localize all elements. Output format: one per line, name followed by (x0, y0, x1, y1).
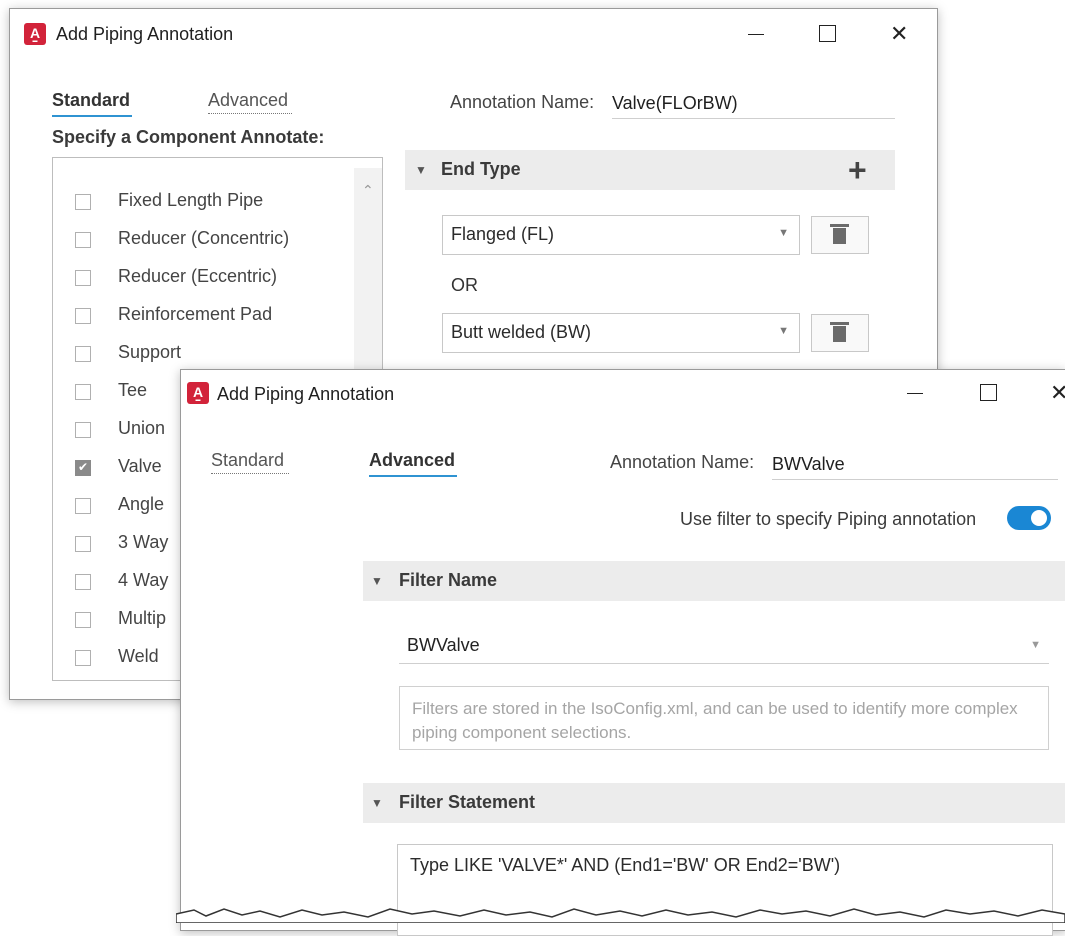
list-item-label: 4 Way (118, 570, 169, 590)
tab-advanced-underline (369, 475, 457, 477)
annotation-name-label: Annotation Name: (450, 92, 595, 112)
annotation-name-label: Annotation Name: (610, 452, 755, 472)
autocad-app-icon: A ▬ (24, 23, 46, 45)
annotation-name-field[interactable]: BWValve (772, 454, 1058, 480)
tab-standard-underline (52, 115, 132, 117)
filter-toggle-switch[interactable] (1007, 506, 1051, 530)
filter-name-section-title: Filter Name (399, 570, 498, 590)
end-type-select-1[interactable]: Flanged (FL) ▼ (442, 215, 800, 255)
minimize-icon (907, 393, 923, 394)
end-type-select-value: Flanged (FL) (451, 224, 555, 244)
annotation-name-field[interactable]: Valve(FLOrBW) (612, 93, 895, 119)
end-type-select-value: Butt welded (BW) (451, 322, 592, 342)
maximize-icon (980, 384, 997, 401)
close-button[interactable]: ✕ (1040, 378, 1065, 408)
or-label: OR (451, 275, 478, 295)
close-icon: ✕ (1050, 380, 1065, 405)
checkbox[interactable] (75, 536, 91, 552)
caret-down-icon[interactable]: ▼ (415, 163, 427, 177)
checkbox[interactable] (75, 346, 91, 362)
list-item-label: Support (118, 342, 182, 362)
maximize-icon (819, 25, 836, 42)
advanced-annotation-dialog: A ▬ Add Piping Annotation ✕ Standard Adva… (180, 369, 1065, 936)
checkbox[interactable] (75, 650, 91, 666)
title-bar[interactable]: A ▬ Add Piping Annotation ✕ (181, 370, 1065, 420)
trash-icon (830, 322, 849, 325)
tab-standard-underline (211, 473, 289, 474)
autocad-app-icon: A ▬ (187, 382, 209, 404)
trash-icon (830, 224, 849, 227)
list-item-label: Weld (118, 646, 159, 666)
checkbox[interactable] (75, 194, 91, 210)
checkbox[interactable] (75, 612, 91, 628)
minimize-button[interactable] (894, 378, 934, 408)
tab-standard[interactable]: Standard (52, 90, 130, 111)
checkbox[interactable] (75, 422, 91, 438)
filter-info-text: Filters are stored in the IsoConfig.xml,… (399, 686, 1049, 750)
list-item-label: Fixed Length Pipe (118, 190, 264, 210)
close-icon: ✕ (890, 21, 909, 46)
tab-advanced[interactable]: Advanced (369, 450, 455, 471)
filter-statement-value: Type LIKE 'VALVE*' AND (End1='BW' OR End… (410, 855, 841, 875)
checkbox-checked[interactable] (75, 460, 91, 476)
list-item[interactable]: Reinforcement Pad (53, 298, 382, 336)
filter-name-section-header[interactable]: ▼ Filter Name (363, 561, 1065, 601)
list-item-label: Reinforcement Pad (118, 304, 273, 324)
end-type-select-2[interactable]: Butt welded (BW) ▼ (442, 313, 800, 353)
minimize-icon (748, 34, 764, 35)
checkbox[interactable] (75, 498, 91, 514)
chevron-down-icon: ▼ (1030, 639, 1041, 651)
filter-name-value: BWValve (407, 635, 480, 655)
filter-name-select[interactable]: BWValve ▼ (399, 627, 1049, 664)
torn-edge-decoration (176, 908, 1065, 923)
dialog-title: Add Piping Annotation (217, 384, 395, 404)
list-item-label: Reducer (Eccentric) (118, 266, 278, 286)
toggle-knob (1031, 510, 1047, 526)
tab-standard[interactable]: Standard (211, 450, 284, 471)
list-item-label: 3 Way (118, 532, 169, 552)
list-item-label: Multip (118, 608, 167, 628)
list-item-label: Valve (118, 456, 162, 476)
chevron-down-icon: ▼ (778, 227, 789, 239)
title-bar[interactable]: A ▬ Add Piping Annotation ✕ (10, 9, 937, 59)
delete-end-type-button[interactable] (811, 216, 869, 254)
minimize-button[interactable] (735, 19, 775, 49)
checkbox[interactable] (75, 574, 91, 590)
list-item-label: Tee (118, 380, 148, 400)
delete-end-type-button[interactable] (811, 314, 869, 352)
maximize-button[interactable] (967, 378, 1007, 408)
list-item[interactable]: Reducer (Eccentric) (53, 260, 382, 298)
filter-statement-section-header[interactable]: ▼ Filter Statement (363, 783, 1065, 823)
chevron-down-icon: ▼ (778, 325, 789, 337)
list-item[interactable]: Fixed Length Pipe (53, 184, 382, 222)
checkbox[interactable] (75, 384, 91, 400)
maximize-button[interactable] (806, 19, 846, 49)
close-button[interactable]: ✕ (880, 19, 920, 49)
checkbox[interactable] (75, 270, 91, 286)
list-item-label: Union (118, 418, 166, 438)
filter-statement-section-title: Filter Statement (399, 792, 536, 812)
caret-down-icon[interactable]: ▼ (371, 796, 383, 810)
list-item-label: Reducer (Concentric) (118, 228, 290, 248)
tab-advanced[interactable]: Advanced (208, 90, 288, 111)
filter-toggle-label: Use filter to specify Piping annotation (680, 509, 977, 529)
end-type-section-title: End Type (441, 159, 521, 179)
list-item-label: Angle (118, 494, 165, 514)
component-heading: Specify a Component Annotate: (52, 127, 325, 147)
checkbox[interactable] (75, 232, 91, 248)
add-end-type-icon[interactable]: + (848, 154, 867, 186)
end-type-section-header[interactable]: ▼ End Type + (405, 150, 895, 190)
list-item[interactable]: Reducer (Concentric) (53, 222, 382, 260)
caret-down-icon[interactable]: ▼ (371, 574, 383, 588)
tab-advanced-underline (208, 113, 292, 114)
dialog-title: Add Piping Annotation (56, 24, 234, 44)
checkbox[interactable] (75, 308, 91, 324)
